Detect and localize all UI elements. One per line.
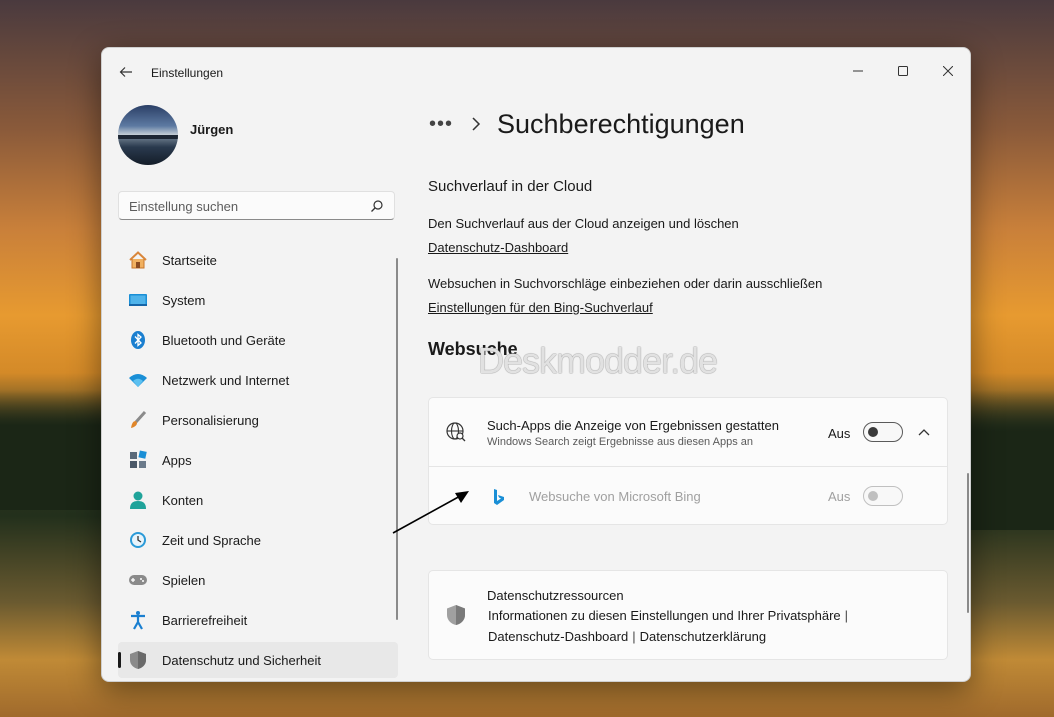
back-button[interactable] [116,62,136,82]
sidebar-item-apps[interactable]: Apps [118,442,398,478]
separator: | [632,629,636,644]
sidebar-item-system[interactable]: System [118,282,398,318]
bluetooth-icon [128,330,148,350]
privacy-resources-card: Datenschutzressourcen Informationen zu d… [428,570,948,660]
close-icon [943,66,953,76]
search-icon[interactable] [370,199,384,213]
bing-toggle-state: Aus [828,489,851,504]
sidebar-item-label: Datenschutz und Sicherheit [162,653,321,668]
sidebar-scrollbar[interactable] [396,258,398,620]
settings-window: Einstellungen Jürgen Startseite System [101,47,971,682]
sidebar-item-konten[interactable]: Konten [118,482,398,518]
watermark-text: Deskmodder.de [478,340,718,381]
sidebar-item-label: Spielen [162,573,206,588]
content-scrollbar[interactable] [967,473,969,613]
gamepad-icon [128,570,148,590]
privacy-links-line: Datenschutz-Dashboard | Datenschutzerkläru… [488,629,766,644]
home-icon [128,250,148,270]
sidebar-item-label: Apps [162,453,192,468]
user-name: Jürgen [190,122,234,137]
maximize-icon [898,66,908,76]
sidebar-item-label: System [162,293,206,308]
sidebar-item-label: Konten [162,493,204,508]
bing-icon [488,486,510,508]
chevron-up-icon[interactable] [916,424,932,440]
privacy-dashboard-link[interactable]: Datenschutz-Dashboard [488,629,628,644]
arrow-left-icon [119,67,132,77]
breadcrumb-more-button[interactable]: ••• [429,113,453,136]
toggle-knob [868,491,878,501]
account-icon [128,490,148,510]
shield-icon [128,650,148,670]
background-trees-right [964,390,1054,530]
globe-search-icon [445,421,467,443]
search-box[interactable] [118,191,395,220]
sidebar-item-label: Personalisierung [162,413,259,428]
system-icon [128,290,148,310]
chevron-right-icon [472,117,481,131]
sidebar-item-label: Zeit und Sprache [162,533,262,548]
sidebar-item-bluetooth[interactable]: Bluetooth und Geräte [118,322,398,358]
sidebar-item-label: Bluetooth und Geräte [162,333,286,348]
bing-websearch-toggle[interactable] [863,486,903,506]
card-divider [429,466,947,467]
sidebar-item-startseite[interactable]: Startseite [118,242,398,278]
apps-icon [128,450,148,470]
bing-history-link[interactable]: Einstellungen für den Bing-Suchverlauf [428,300,653,315]
sidebar-item-label: Netzwerk und Internet [162,373,290,388]
breadcrumb: ••• Suchberechtigungen [429,106,745,142]
close-button[interactable] [925,56,970,86]
wifi-icon [128,370,148,390]
toggle-knob [868,427,878,437]
privacy-statement-link[interactable]: Datenschutzerklärung [640,629,766,644]
search-input[interactable] [129,198,359,214]
sidebar-item-label: Barrierefreiheit [162,613,248,628]
separator: | [844,608,849,623]
search-apps-title: Such-Apps die Anzeige von Ergebnissen ge… [487,418,779,433]
websearch-card: Such-Apps die Anzeige von Ergebnissen ge… [428,397,948,525]
sidebar-item-spielen[interactable]: Spielen [118,562,398,598]
page-title: Suchberechtigungen [497,108,745,139]
avatar[interactable] [118,105,178,165]
bing-websearch-title: Websuche von Microsoft Bing [529,489,701,504]
search-apps-description: Windows Search zeigt Ergebnisse aus dies… [487,436,753,448]
section-title-cloud: Suchverlauf in der Cloud [428,178,593,195]
sidebar-item-zeit[interactable]: Zeit und Sprache [118,522,398,558]
minimize-icon [853,70,863,72]
clock-globe-icon [128,530,148,550]
search-apps-toggle-state: Aus [828,426,851,441]
sidebar-item-netzwerk[interactable]: Netzwerk und Internet [118,362,398,398]
minimize-button[interactable] [835,56,881,86]
cloud-history-text: Den Suchverlauf aus der Cloud anzeigen u… [428,216,739,231]
sidebar-item-barrierefreiheit[interactable]: Barrierefreiheit [118,602,398,638]
search-apps-toggle[interactable] [863,422,903,442]
privacy-info-line: Informationen zu diesen Einstellungen un… [488,608,852,623]
accessibility-icon [128,610,148,630]
sidebar-nav: Startseite System Bluetooth und Geräte N… [118,242,398,681]
sidebar-item-datenschutz[interactable]: Datenschutz und Sicherheit [118,642,398,678]
title-bar: Einstellungen [102,48,970,94]
privacy-resources-title: Datenschutzressourcen [487,588,624,603]
shield-icon [445,604,467,626]
brush-icon [128,410,148,430]
background-trees-left [0,390,110,510]
websearch-include-text: Websuchen in Suchvorschläge einbeziehen … [428,276,823,291]
app-title: Einstellungen [151,66,224,80]
privacy-dashboard-link[interactable]: Datenschutz-Dashboard [428,240,568,255]
maximize-button[interactable] [880,56,926,86]
privacy-info-link[interactable]: Informationen zu diesen Einstellungen un… [488,608,841,623]
sidebar-item-personalisierung[interactable]: Personalisierung [118,402,398,438]
sidebar-item-label: Startseite [162,253,217,268]
